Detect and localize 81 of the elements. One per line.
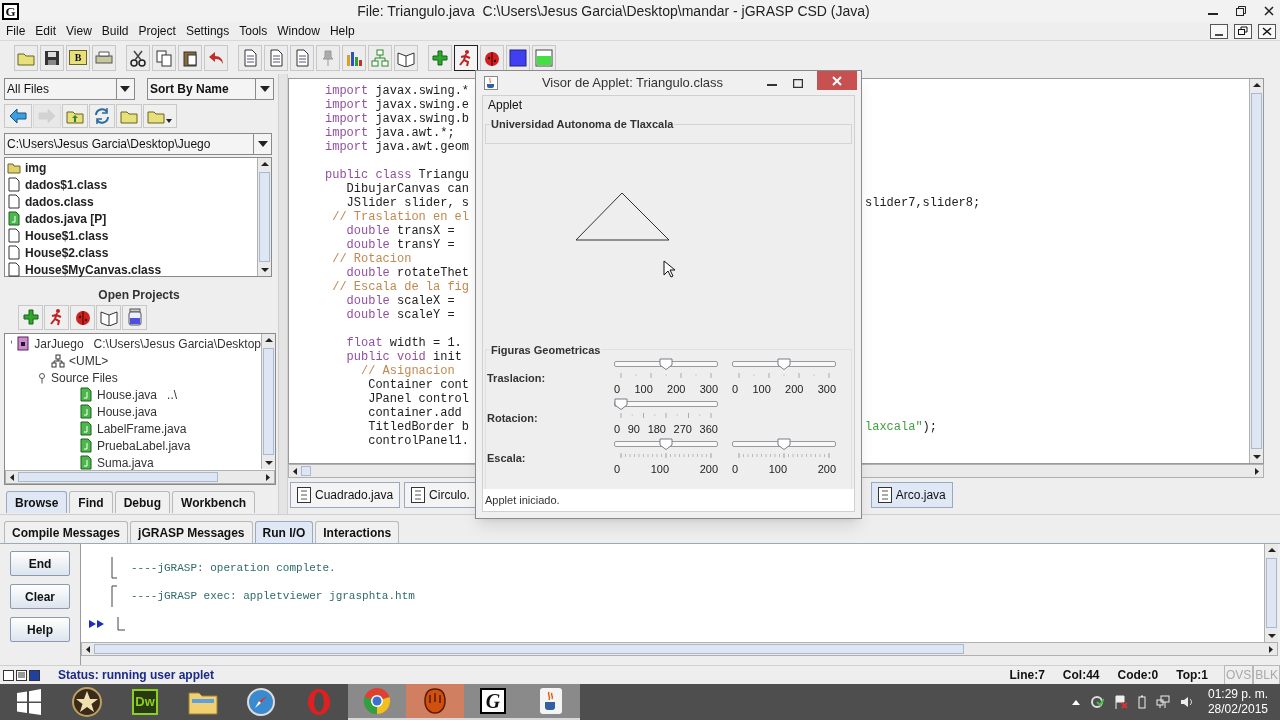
tick-label: 0 (732, 383, 739, 395)
code-token: JSlider slider, s (345, 196, 470, 210)
tick-label: 100 (650, 463, 670, 475)
tick-label: 200 (785, 383, 804, 395)
tick-label: 180 (647, 423, 666, 435)
tick-label: 90 (627, 423, 640, 435)
code-token: scaleY = (396, 308, 456, 322)
code-token: // Asignacion (360, 364, 455, 378)
status-field: Col:44 (1062, 666, 1100, 684)
window-title: Visor de Applet: Triangulo.class (540, 74, 725, 93)
dw-logo-icon: Dw (132, 689, 158, 715)
tick-label: 200 (667, 383, 686, 395)
code-token: container.add (367, 406, 462, 420)
window-title: File: Triangulo.java C:\Users\Jesus Garcia\Desktop\mandar - jGRASP CSD (Java) (356, 1, 871, 21)
code-token: // Traslation en el (331, 210, 470, 224)
code-token: double (345, 308, 390, 322)
code-token: double (345, 238, 390, 252)
tick-label: 360 (699, 423, 718, 435)
tick-label: 100 (752, 383, 771, 395)
tree-item-note: ..\ (167, 386, 178, 404)
slider-label: Rotacion: (486, 411, 539, 426)
code-token: rotateThet (396, 266, 470, 280)
b-document-icon: B (69, 50, 87, 65)
code-token: scaleX = (396, 294, 456, 308)
clock-time: 01:29 p. m. (1207, 687, 1268, 702)
output-line: ----jGRASP exec: appletviewer jgrasphta.htm (131, 588, 415, 604)
code-token: double (345, 266, 390, 280)
code-token: Container cont (367, 378, 470, 392)
slider-label: Traslacion: (486, 371, 547, 386)
tick-label: 300 (817, 383, 836, 395)
code-token: public class (325, 168, 412, 182)
tick-label: 270 (673, 423, 692, 435)
code-token: transY = (396, 238, 456, 252)
code-token: import (325, 126, 369, 140)
code-token: javax.swing.b (374, 112, 470, 126)
tick-label: 0 (614, 383, 621, 395)
code-token: import (325, 140, 369, 154)
code-token: TitledBorder b (367, 420, 470, 434)
code-token: import (325, 84, 369, 98)
tick-label: 0 (614, 463, 621, 475)
panel-title: Open Projects (97, 287, 181, 303)
code-token: JPanel control (367, 392, 470, 406)
code-token: double (345, 224, 390, 238)
app-logo-icon: G (2, 2, 19, 20)
status-text: Status: running user applet (58, 667, 215, 684)
code-token: import (325, 98, 369, 112)
status-field: Code:0 (1117, 666, 1159, 684)
code-token: // Rotacion (331, 252, 412, 266)
status-field: Top:1 (1176, 666, 1208, 684)
code-token: controlPanel1. (367, 434, 470, 448)
status-field: Line:7 (1009, 666, 1045, 684)
tree-item-note: C:\Users\Jesus Garcia\Desktop (93, 335, 261, 353)
applet-status: Applet iniciado. (484, 492, 560, 508)
code-token: laxcala" (865, 420, 923, 434)
code-token: java.awt.geom (374, 140, 470, 154)
code-token: import (325, 112, 369, 126)
code-token: javax.swing.* (374, 84, 470, 98)
code-token: float (345, 336, 383, 350)
code-token: init (432, 350, 462, 364)
code-token: DibujarCanvas can (345, 182, 470, 196)
code-token: Triangu (417, 168, 470, 182)
tick-label: 200 (699, 463, 718, 475)
code-token: // Escala de la fig (331, 280, 470, 294)
output-line: ----jGRASP: operation complete. (131, 560, 336, 576)
code-token: public void (345, 350, 426, 364)
clock-date: 28/02/2015 (1207, 702, 1268, 717)
code-token: java.awt.*; (374, 126, 455, 140)
tick-label: 200 (817, 463, 836, 475)
jgrasp-logo-icon: G (480, 688, 506, 714)
code-token: width = 1. (388, 336, 462, 350)
tick-label: 0 (732, 463, 739, 475)
tick-label: 100 (768, 463, 788, 475)
code-token: transX = (396, 224, 456, 238)
tick-label: 300 (699, 383, 718, 395)
code-token: slider7,slider8; (865, 196, 981, 210)
tick-label: 0 (614, 423, 621, 435)
code-token: javax.swing.e (374, 98, 470, 112)
code-token: double (345, 294, 390, 308)
tick-label: 100 (634, 383, 653, 395)
code-token: ); (922, 420, 937, 434)
slider-label: Escala: (486, 451, 527, 466)
